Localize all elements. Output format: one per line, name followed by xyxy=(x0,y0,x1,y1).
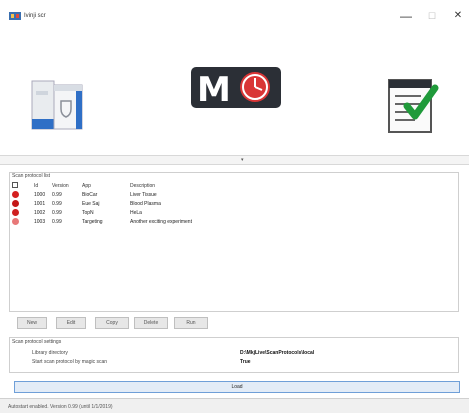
checklist-icon[interactable] xyxy=(385,74,439,136)
table-row[interactable]: 1003 0.99 Targeting Another exciting exp… xyxy=(10,217,458,226)
copy-button[interactable]: Copy xyxy=(95,317,129,329)
setting-value[interactable]: D:\MkjLive\ScanProtocols\local xyxy=(240,350,314,356)
status-text: Autostart enabled. Version 0.99 (until 1… xyxy=(8,404,113,410)
cell-id: 1001 xyxy=(34,200,46,207)
clock-icon xyxy=(240,72,270,102)
logo-letter: M xyxy=(197,70,231,110)
app-icon xyxy=(9,12,21,20)
scan-protocol-settings-title: Scan protocol settings xyxy=(12,339,62,345)
cell-version: 0.99 xyxy=(52,209,62,216)
panel-splitter[interactable]: ▾ xyxy=(0,155,469,165)
table-header-row: Id Version App Description xyxy=(10,181,458,190)
column-header-version[interactable]: Version xyxy=(50,181,80,190)
chevron-down-icon[interactable]: ▾ xyxy=(241,157,244,163)
maximize-button[interactable]: ☐ xyxy=(420,8,444,24)
column-header-app[interactable]: App xyxy=(80,181,128,190)
cell-description: HeLa xyxy=(130,209,142,216)
cell-app: Eue Saj xyxy=(82,200,100,207)
status-dot-icon xyxy=(12,218,19,225)
cell-description: Liver Tissue xyxy=(130,191,157,198)
cell-id: 1003 xyxy=(34,218,46,225)
window-title: Ivinji scr xyxy=(24,13,46,19)
cell-version: 0.99 xyxy=(52,191,62,198)
cell-description: Blood Plasma xyxy=(130,200,161,207)
device-icon[interactable] xyxy=(28,75,86,135)
table-row[interactable]: 1001 0.99 Eue Saj Blood Plasma xyxy=(10,199,458,208)
status-dot-icon xyxy=(12,200,19,207)
setting-row-library-directory[interactable]: Library directory D:\MkjLive\ScanProtoco… xyxy=(12,350,458,358)
column-header-status[interactable] xyxy=(10,181,32,190)
setting-label: Start scan protocol by magic scan xyxy=(32,359,108,365)
cell-app: Targeting xyxy=(82,218,103,225)
run-button[interactable]: Run xyxy=(174,317,208,329)
cell-id: 1000 xyxy=(34,191,46,198)
minimize-button[interactable]: — xyxy=(394,8,418,24)
hero-banner: M xyxy=(0,30,469,155)
status-bar: Autostart enabled. Version 0.99 (until 1… xyxy=(0,398,469,413)
load-button[interactable]: Load xyxy=(14,381,460,393)
table-row[interactable]: 1002 0.99 TopN HeLa xyxy=(10,208,458,217)
cell-app: TopN xyxy=(82,209,94,216)
scan-protocol-list-title: Scan protocol list xyxy=(12,173,51,179)
cell-description: Another exciting experiment xyxy=(130,218,192,225)
column-header-id[interactable]: Id xyxy=(32,181,50,190)
column-header-description[interactable]: Description xyxy=(128,181,458,190)
setting-label: Library directory xyxy=(32,350,68,356)
table-row[interactable]: 1000 0.99 BioCar Liver Tissue xyxy=(10,190,458,199)
title-bar: Ivinji scr — ☐ ✕ xyxy=(0,0,469,30)
cell-app: BioCar xyxy=(82,191,98,198)
setting-row-start-by-magic-scan[interactable]: Start scan protocol by magic scan True xyxy=(12,359,458,367)
new-button[interactable]: New xyxy=(17,317,47,329)
status-column-icon xyxy=(12,182,18,189)
delete-button[interactable]: Delete xyxy=(134,317,168,329)
cell-version: 0.99 xyxy=(52,200,62,207)
setting-value[interactable]: True xyxy=(240,359,251,365)
close-button[interactable]: ✕ xyxy=(446,8,469,24)
status-dot-icon xyxy=(12,209,19,216)
edit-button[interactable]: Edit xyxy=(56,317,86,329)
cell-version: 0.99 xyxy=(52,218,62,225)
status-dot-icon xyxy=(12,191,19,198)
cell-id: 1002 xyxy=(34,209,46,216)
app-logo: M xyxy=(191,67,281,110)
scan-protocol-table: Id Version App Description 1000 0.99 Bio… xyxy=(10,181,458,226)
